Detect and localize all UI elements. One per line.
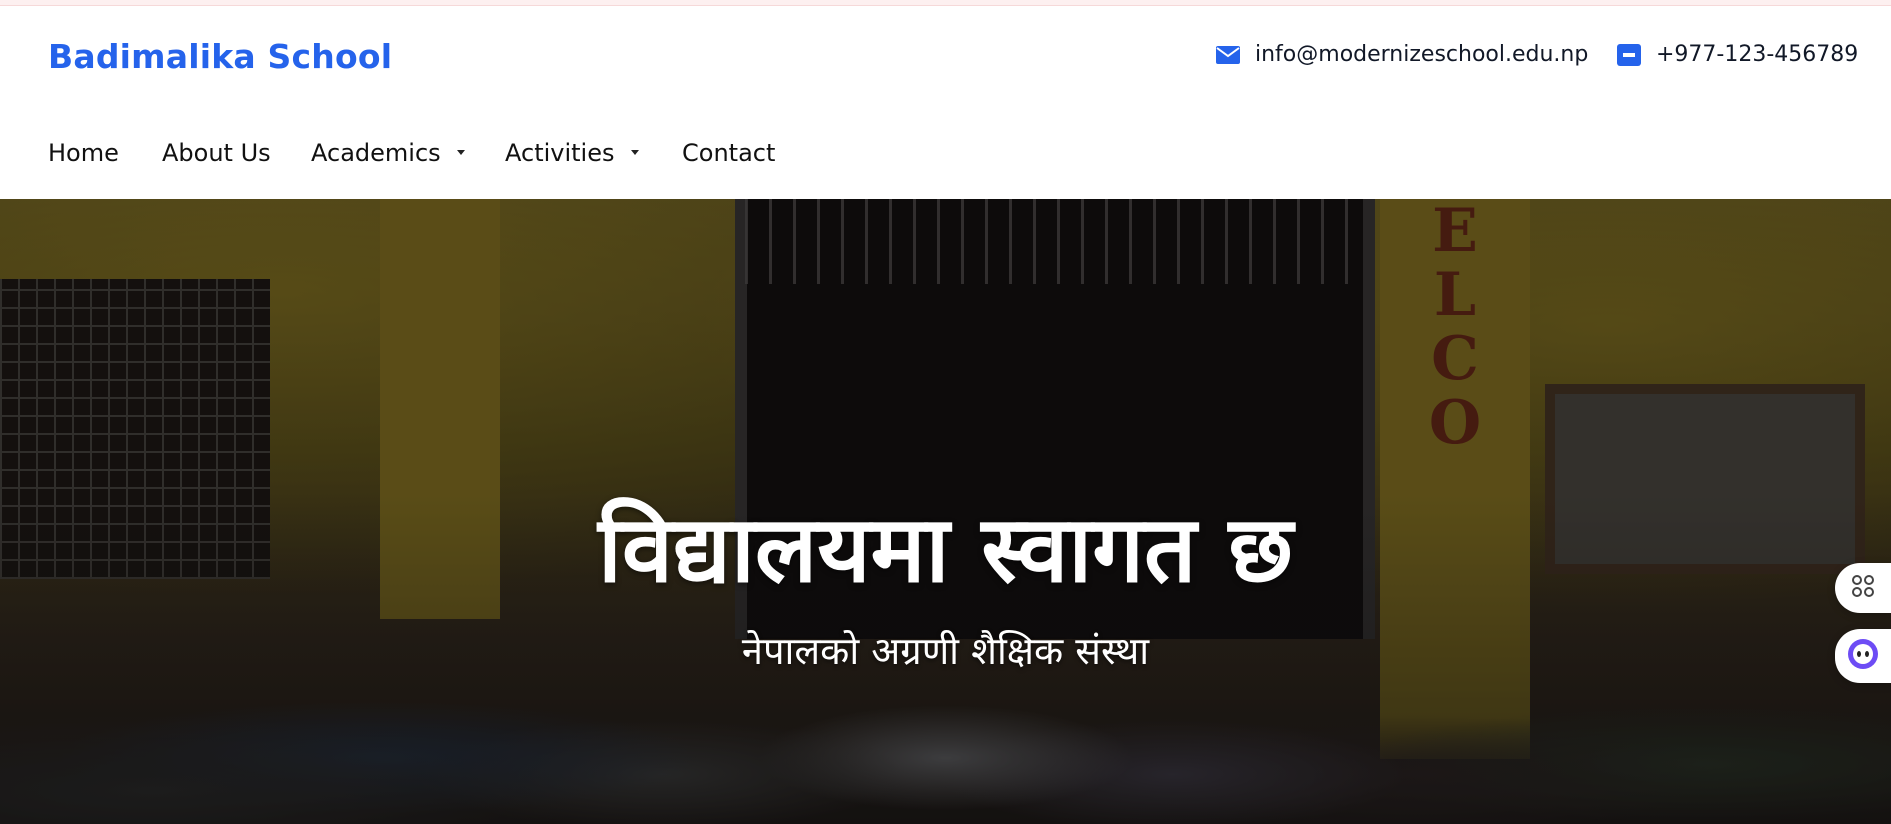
grid-menu-button[interactable] xyxy=(1835,563,1891,613)
brand-logo-text[interactable]: Badimalika School xyxy=(48,37,392,76)
main-nav: Home About Us Academics Activities Conta… xyxy=(0,99,1891,199)
hero-subtitle: नेपालको अग्रणी शैक्षिक संस्था xyxy=(741,629,1150,673)
grid-icon xyxy=(1850,573,1876,603)
chevron-down-icon xyxy=(456,149,465,155)
nav-item-academics[interactable]: Academics xyxy=(311,139,465,167)
nav-item-contact[interactable]: Contact xyxy=(682,139,775,167)
nav-item-about-us[interactable]: About Us xyxy=(162,139,271,167)
nav-item-label: Contact xyxy=(682,139,776,167)
nav-item-label: About Us xyxy=(162,139,271,167)
nav-item-activities[interactable]: Activities xyxy=(505,139,639,167)
phone-icon xyxy=(1616,43,1642,66)
assistant-button[interactable] xyxy=(1835,629,1891,683)
contact-email[interactable]: info@modernizeschool.edu.np xyxy=(1215,42,1588,67)
site-header: Badimalika School info@modernizeschool.e… xyxy=(0,7,1891,99)
nav-item-home[interactable]: Home xyxy=(48,139,119,167)
chevron-down-icon xyxy=(630,149,639,155)
assistant-icon xyxy=(1846,637,1880,675)
nav-item-label: Activities xyxy=(505,139,615,167)
contact-phone[interactable]: +977-123-456789 xyxy=(1616,42,1858,67)
email-text: info@modernizeschool.edu.np xyxy=(1255,42,1589,67)
nav-item-label: Home xyxy=(48,139,119,167)
hero-banner: E L C O विद्यालयमा स्वागत छ नेपालको अग्र… xyxy=(0,199,1891,824)
envelope-icon xyxy=(1215,44,1241,66)
phone-text: +977-123-456789 xyxy=(1656,42,1859,67)
hero-title: विद्यालयमा स्वागत छ xyxy=(598,496,1293,603)
nav-item-label: Academics xyxy=(311,139,441,167)
top-strip xyxy=(0,0,1891,6)
